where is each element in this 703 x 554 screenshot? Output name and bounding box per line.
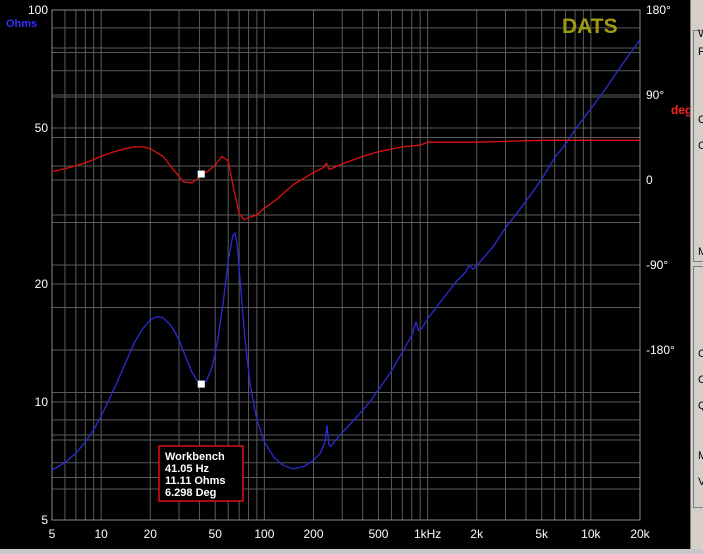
impedance-chart[interactable]: 100 50 20 10 5 180° 90° 0 -90° -180° 5 10 20 50 100 200…	[0, 0, 692, 549]
cursor-title: Workbench	[165, 451, 225, 463]
cursor-impedance: 11.11 Ohms	[165, 475, 226, 487]
right-axis-tick-label: -90°	[646, 258, 668, 272]
side-control-panel: W F C C M C C Q M V	[690, 0, 703, 549]
x-axis-tick-label: 50	[209, 527, 223, 541]
left-axis-tick-label: 5	[41, 513, 48, 527]
impedance-plot-window: 100 50 20 10 5 180° 90° 0 -90° -180° 5 10 20 50 100 200…	[0, 0, 692, 549]
cursor-readout-box: Workbench 41.05 Hz 11.11 Ohms 6.298 Deg	[158, 445, 244, 502]
side-panel-letter: M	[698, 450, 703, 462]
side-panel-letter: M	[698, 246, 703, 258]
x-axis-tick-label: 100	[254, 527, 274, 541]
side-panel-frame-bottom	[693, 266, 703, 508]
side-panel-letter: V	[698, 476, 703, 488]
cursor-phase: 6.298 Deg	[165, 487, 216, 499]
side-panel-letter: C	[698, 114, 703, 126]
x-axis-tick-label: 500	[368, 527, 388, 541]
dats-logo-text: DATS	[562, 15, 618, 38]
cursor-frequency: 41.05 Hz	[165, 463, 210, 475]
left-axis-tick-label: 10	[35, 395, 49, 409]
x-axis-tick-label: 20	[144, 527, 158, 541]
side-panel-letter: W	[698, 28, 703, 40]
x-axis-tick-label: 2k	[470, 527, 484, 541]
left-axis-tick-label: 50	[35, 121, 49, 135]
left-axis-unit-label: Ohms	[6, 18, 37, 30]
side-panel-letter: C	[698, 348, 703, 360]
side-panel-letter: C	[698, 140, 703, 152]
right-axis-tick-label: 180°	[646, 3, 671, 17]
x-axis-tick-label: 10k	[581, 527, 601, 541]
right-axis-unit-label: deg	[671, 103, 690, 117]
right-axis-tick-label: 90°	[646, 88, 664, 102]
left-axis-tick-label: 20	[35, 277, 49, 291]
side-panel-letter: Q	[698, 400, 703, 412]
right-axis-tick-label: 0	[646, 173, 653, 187]
x-axis-tick-label: 1kHz	[414, 527, 441, 541]
phase-cursor-marker	[197, 170, 206, 178]
right-axis-tick-label: -180°	[646, 343, 675, 357]
x-axis-tick-label: 10	[94, 527, 108, 541]
x-axis-tick-label: 20k	[630, 527, 650, 541]
left-axis-tick-label: 100	[28, 3, 48, 17]
side-panel-letter: C	[698, 374, 703, 386]
side-panel-letter: F	[698, 46, 703, 58]
impedance-cursor-marker	[197, 380, 206, 388]
x-axis-tick-label: 200	[304, 527, 324, 541]
chart-background	[0, 0, 690, 549]
x-axis-tick-label: 5	[49, 527, 56, 541]
x-axis-tick-label: 5k	[535, 527, 549, 541]
